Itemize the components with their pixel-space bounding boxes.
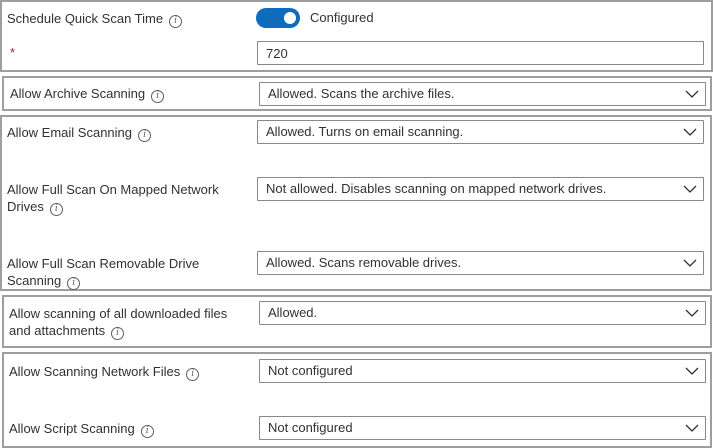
email-scanning-dropdown[interactable]: Allowed. Turns on email scanning. — [257, 120, 704, 144]
email-scanning-label-text: Allow Email Scanning — [7, 125, 133, 140]
archive-scanning-dropdown[interactable]: Allowed. Scans the archive files. — [259, 82, 706, 106]
info-icon[interactable]: i — [186, 368, 200, 381]
script-scanning-dropdown[interactable]: Not configured — [259, 416, 706, 440]
archive-scanning-label-text: Allow Archive Scanning — [10, 86, 146, 101]
network-files-label: Allow Scanning Network Files i — [9, 363, 200, 381]
network-files-label-text: Allow Scanning Network Files — [9, 364, 181, 379]
mapped-network-label-line1: Allow Full Scan On Mapped Network — [7, 182, 219, 197]
info-icon[interactable]: i — [169, 15, 183, 28]
mapped-network-label-line2: Drives — [7, 199, 44, 214]
downloaded-files-dropdown[interactable]: Allowed. — [259, 301, 706, 325]
info-icon[interactable]: i — [49, 203, 63, 216]
removable-drive-label: Allow Full Scan Removable Drive Scanning… — [7, 255, 199, 290]
network-files-dropdown[interactable]: Not configured — [259, 359, 706, 383]
chevron-down-icon — [685, 424, 699, 432]
email-scanning-label: Allow Email Scanning i — [7, 124, 152, 142]
chevron-down-icon — [683, 128, 697, 136]
mapped-network-value: Not allowed. Disables scanning on mapped… — [266, 181, 607, 196]
removable-drive-value: Allowed. Scans removable drives. — [266, 255, 462, 270]
removable-drive-dropdown[interactable]: Allowed. Scans removable drives. — [257, 251, 704, 275]
chevron-down-icon — [685, 90, 699, 98]
chevron-down-icon — [683, 259, 697, 267]
schedule-quick-scan-label: Schedule Quick Scan Time i — [7, 10, 183, 28]
network-files-value: Not configured — [268, 363, 353, 378]
archive-scanning-value: Allowed. Scans the archive files. — [268, 86, 455, 101]
toggle-knob — [284, 12, 296, 24]
info-icon[interactable]: i — [140, 425, 154, 438]
info-icon[interactable]: i — [67, 277, 81, 290]
downloaded-files-label-line2: and attachments — [9, 323, 106, 338]
configured-toggle[interactable] — [256, 8, 300, 28]
chevron-down-icon — [685, 309, 699, 317]
archive-scanning-label: Allow Archive Scanning i — [10, 85, 165, 103]
mapped-network-dropdown[interactable]: Not allowed. Disables scanning on mapped… — [257, 177, 704, 201]
script-scanning-label-text: Allow Script Scanning — [9, 421, 135, 436]
info-icon[interactable]: i — [138, 129, 152, 142]
toggle-state-label: Configured — [310, 10, 374, 25]
info-icon[interactable]: i — [151, 90, 165, 103]
required-marker: * — [10, 45, 16, 60]
removable-drive-label-line1: Allow Full Scan Removable Drive — [7, 256, 200, 271]
downloaded-files-value: Allowed. — [268, 305, 318, 320]
email-scanning-value: Allowed. Turns on email scanning. — [266, 124, 464, 139]
removable-drive-label-line2: Scanning — [7, 273, 62, 288]
quick-scan-time-input[interactable] — [257, 41, 704, 65]
script-scanning-label: Allow Script Scanning i — [9, 420, 154, 438]
chevron-down-icon — [685, 367, 699, 375]
downloaded-files-label: Allow scanning of all downloaded files a… — [9, 305, 227, 340]
schedule-quick-scan-label-text: Schedule Quick Scan Time — [7, 11, 164, 26]
script-scanning-value: Not configured — [268, 420, 353, 435]
downloaded-files-label-line1: Allow scanning of all downloaded files — [9, 306, 228, 321]
chevron-down-icon — [683, 185, 697, 193]
info-icon[interactable]: i — [111, 327, 125, 340]
mapped-network-label: Allow Full Scan On Mapped Network Drives… — [7, 181, 219, 216]
